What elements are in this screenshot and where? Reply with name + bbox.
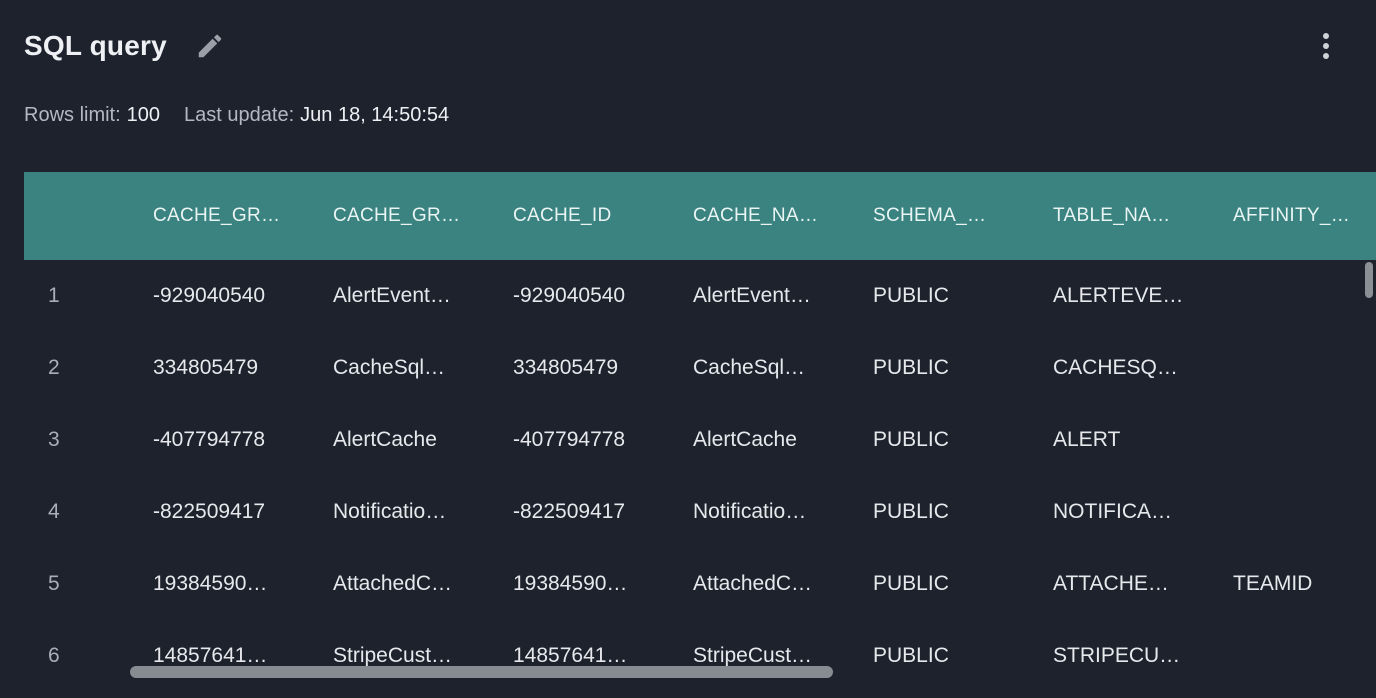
table-cell[interactable]: -929040540 [153, 284, 333, 308]
table-cell[interactable]: ALERT [1053, 428, 1233, 452]
table-cell[interactable]: PUBLIC [873, 356, 1053, 380]
column-header[interactable]: TABLE_NA… [1053, 205, 1233, 227]
panel-header: SQL query [24, 22, 1352, 70]
row-index: 4 [48, 500, 60, 523]
table-row[interactable]: 5 19384590… AttachedC… 19384590… Attache… [24, 548, 1376, 620]
last-update-value: Jun 18, 14:50:54 [300, 104, 450, 126]
table-row[interactable]: 6 14857641… StripeCust… 14857641… Stripe… [24, 620, 1376, 692]
table-row[interactable]: 3 -407794778 AlertCache -407794778 Alert… [24, 404, 1376, 476]
table-cell[interactable]: AlertEvent… [333, 284, 513, 308]
table-cell[interactable]: STRIPECU… [1053, 644, 1233, 668]
column-header[interactable]: CACHE_GR… [153, 205, 333, 227]
row-index: 3 [48, 428, 60, 451]
table-cell[interactable]: AlertEvent… [693, 284, 873, 308]
edit-title-button[interactable] [193, 29, 227, 63]
table-cell[interactable]: PUBLIC [873, 572, 1053, 596]
column-header[interactable]: SCHEMA_… [873, 205, 1053, 227]
table-cell[interactable]: AlertCache [333, 428, 513, 452]
horizontal-scrollbar[interactable] [130, 666, 833, 678]
results-table: CACHE_GR… CACHE_GR… CACHE_ID CACHE_NA… S… [24, 172, 1376, 698]
table-cell[interactable]: -407794778 [513, 428, 693, 452]
table-row[interactable]: 1 -929040540 AlertEvent… -929040540 Aler… [24, 260, 1376, 332]
row-index: 1 [48, 284, 60, 307]
table-cell[interactable]: 14857641… [513, 644, 693, 668]
table-cell[interactable]: StripeCust… [333, 644, 513, 668]
table-cell[interactable]: Notificatio… [333, 500, 513, 524]
table-cell[interactable]: PUBLIC [873, 500, 1053, 524]
pencil-icon [198, 34, 222, 58]
table-cell[interactable]: 334805479 [153, 356, 333, 380]
table-cell[interactable]: ALERTEVE… [1053, 284, 1233, 308]
rows-limit-value: 100 [126, 104, 161, 126]
table-cell[interactable]: TEAMID [1233, 572, 1376, 596]
panel-title: SQL query [24, 30, 167, 61]
table-header-row: CACHE_GR… CACHE_GR… CACHE_ID CACHE_NA… S… [24, 172, 1376, 260]
row-index: 6 [48, 644, 60, 667]
sql-query-panel: SQL query Rows limit: 100 Last update: J… [0, 0, 1376, 698]
table-cell[interactable]: AttachedC… [693, 572, 873, 596]
column-header[interactable]: AFFINITY_… [1233, 205, 1376, 227]
table-cell[interactable]: PUBLIC [873, 428, 1053, 452]
table-cell[interactable]: -822509417 [153, 500, 333, 524]
last-update: Last update: Jun 18, 14:50:54 [184, 104, 449, 127]
more-options-button[interactable] [1312, 28, 1340, 64]
last-update-label: Last update: [184, 104, 295, 126]
table-cell[interactable]: AlertCache [693, 428, 873, 452]
table-cell[interactable]: AttachedC… [333, 572, 513, 596]
table-cell[interactable]: CacheSql… [333, 356, 513, 380]
table-cell[interactable]: StripeCust… [693, 644, 873, 668]
column-header[interactable]: CACHE_NA… [693, 205, 873, 227]
table-cell[interactable]: 19384590… [513, 572, 693, 596]
table-cell[interactable]: CACHESQ… [1053, 356, 1233, 380]
query-meta: Rows limit: 100 Last update: Jun 18, 14:… [24, 104, 473, 127]
table-cell[interactable]: PUBLIC [873, 644, 1053, 668]
table-cell[interactable]: Notificatio… [693, 500, 873, 524]
row-index: 5 [48, 572, 60, 595]
more-vertical-icon [1323, 33, 1329, 59]
table-cell[interactable]: 334805479 [513, 356, 693, 380]
table-cell[interactable]: CacheSql… [693, 356, 873, 380]
rows-limit-label: Rows limit: [24, 104, 121, 126]
table-cell[interactable]: PUBLIC [873, 284, 1053, 308]
table-body: 1 -929040540 AlertEvent… -929040540 Aler… [24, 260, 1376, 692]
table-cell[interactable]: 19384590… [153, 572, 333, 596]
table-row[interactable]: 2 334805479 CacheSql… 334805479 CacheSql… [24, 332, 1376, 404]
rows-limit: Rows limit: 100 [24, 104, 160, 127]
table-cell[interactable]: ATTACHE… [1053, 572, 1233, 596]
table-cell[interactable]: 14857641… [153, 644, 333, 668]
vertical-scrollbar[interactable] [1365, 262, 1373, 298]
table-row[interactable]: 4 -822509417 Notificatio… -822509417 Not… [24, 476, 1376, 548]
table-cell[interactable]: NOTIFICA… [1053, 500, 1233, 524]
row-index: 2 [48, 356, 60, 379]
table-cell[interactable]: -407794778 [153, 428, 333, 452]
table-cell[interactable]: -822509417 [513, 500, 693, 524]
column-header[interactable]: CACHE_ID [513, 205, 693, 227]
table-cell[interactable]: -929040540 [513, 284, 693, 308]
column-header[interactable]: CACHE_GR… [333, 205, 513, 227]
